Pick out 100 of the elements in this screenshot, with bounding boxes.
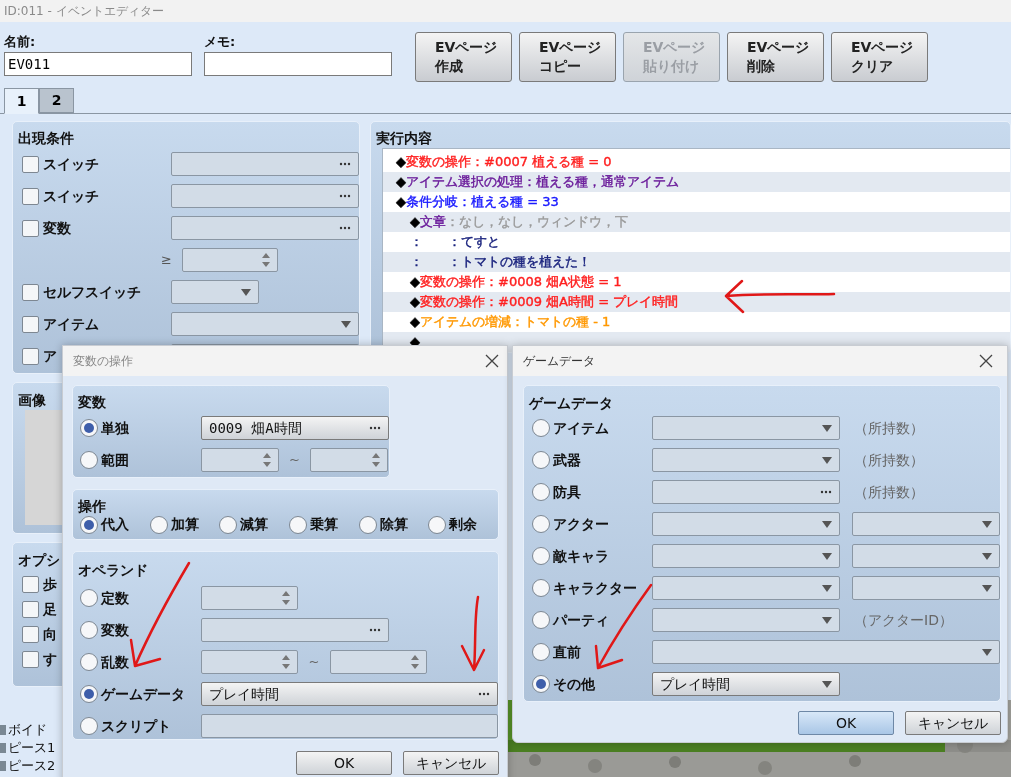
ellipsis-icon <box>478 692 490 696</box>
command-line[interactable]: ： ：てすと <box>410 232 500 252</box>
dropdown[interactable] <box>852 576 1000 600</box>
option-label: 向 <box>43 625 57 644</box>
dialog-button[interactable]: キャンセル <box>905 711 1001 735</box>
caret-icon <box>822 680 832 688</box>
radio-button[interactable] <box>80 653 98 671</box>
radio-button[interactable] <box>80 717 98 735</box>
caret-icon <box>822 424 832 432</box>
command-line[interactable]: ◆変数の操作：#0007 植える種 = 0 <box>396 152 612 172</box>
dropdown[interactable] <box>652 448 840 472</box>
option-label: パーティ <box>553 612 609 628</box>
dropdown[interactable] <box>652 640 1000 664</box>
option-label: 定数 <box>101 590 129 606</box>
page-tab[interactable]: 2 <box>39 88 74 113</box>
radio-button[interactable] <box>80 685 98 703</box>
dropdown[interactable] <box>852 512 1000 536</box>
spinner-arrows-icon <box>372 452 380 468</box>
group-title: 出現条件 <box>18 130 74 146</box>
radio-button[interactable] <box>80 451 98 469</box>
picker-field[interactable]: 0009 畑A時間 <box>201 416 389 440</box>
checkbox[interactable] <box>22 187 39 205</box>
radio-button[interactable] <box>532 451 550 469</box>
radio-button[interactable] <box>219 515 238 534</box>
number-spinner[interactable] <box>330 650 427 674</box>
dropdown[interactable]: プレイ時間 <box>652 672 840 696</box>
dialog-button[interactable]: OK <box>798 711 894 735</box>
command-line[interactable]: ◆アイテムの増減：トマトの種 - 1 <box>410 312 611 332</box>
radio-button[interactable] <box>532 579 550 597</box>
picker-field[interactable] <box>171 216 359 240</box>
picker-field[interactable]: プレイ時間 <box>200 682 498 706</box>
page-button[interactable]: EVページ 作成 <box>415 32 512 82</box>
page-button[interactable]: EVページ クリア <box>831 32 928 82</box>
dropdown[interactable] <box>171 280 259 304</box>
radio-button[interactable] <box>532 611 550 629</box>
radio-button[interactable] <box>532 483 550 501</box>
radio-button[interactable] <box>289 515 307 534</box>
checkbox[interactable] <box>22 315 39 333</box>
checkbox[interactable] <box>22 576 39 593</box>
number-spinner[interactable] <box>181 248 278 272</box>
dialog-button[interactable]: OK <box>296 751 392 775</box>
picker-field[interactable] <box>171 152 359 176</box>
dropdown[interactable] <box>852 544 1000 568</box>
group-title: オペランド <box>78 562 148 578</box>
checkbox[interactable] <box>22 651 39 668</box>
option-label: 歩 <box>43 575 57 594</box>
dialog-button[interactable]: キャンセル <box>403 751 499 775</box>
radio-button[interactable] <box>532 675 550 693</box>
radio-button[interactable] <box>358 515 377 534</box>
picker-field[interactable] <box>201 618 389 642</box>
dropdown[interactable] <box>652 544 840 568</box>
tree-item[interactable]: ピース1 <box>8 740 56 756</box>
radio-button[interactable] <box>80 515 98 534</box>
dropdown[interactable] <box>652 416 840 440</box>
radio-button[interactable] <box>532 419 550 437</box>
dropdown[interactable] <box>652 608 840 632</box>
dropdown[interactable] <box>171 312 359 336</box>
command-line[interactable]: ◆条件分岐：植える種 = 33 <box>396 192 559 212</box>
radio-button[interactable] <box>532 547 550 565</box>
close-icon[interactable] <box>979 354 993 368</box>
picker-field[interactable] <box>171 184 359 208</box>
range-separator: ~ <box>288 451 301 470</box>
picker-field[interactable] <box>652 480 840 504</box>
radio-button[interactable] <box>532 515 550 533</box>
close-icon[interactable] <box>485 354 499 368</box>
tree-item[interactable]: ピース2 <box>8 758 56 774</box>
checkbox[interactable] <box>22 283 39 301</box>
radio-button[interactable] <box>80 419 98 437</box>
checkbox[interactable] <box>22 601 39 618</box>
spinner-arrows-icon <box>411 654 419 670</box>
radio-button[interactable] <box>428 515 447 534</box>
text-field[interactable] <box>200 714 498 738</box>
spinner-arrows-icon <box>261 252 270 268</box>
note-text: （所持数） <box>853 418 924 438</box>
checkbox[interactable] <box>22 219 39 237</box>
option-label: 敵キャラ <box>553 548 609 564</box>
number-spinner[interactable] <box>201 650 298 674</box>
tree-item[interactable]: ボイド <box>8 722 47 738</box>
radio-button[interactable] <box>149 515 168 534</box>
number-spinner[interactable] <box>201 586 298 610</box>
dropdown[interactable] <box>652 512 840 536</box>
name-field[interactable]: EV011 <box>4 52 192 76</box>
spinner-arrows-icon <box>282 654 290 670</box>
page-button[interactable]: EVページ コピー <box>519 32 616 82</box>
memo-field[interactable] <box>204 52 392 76</box>
page-button[interactable]: EVページ 削除 <box>727 32 824 82</box>
page-tab[interactable]: 1 <box>4 88 39 114</box>
image-preview[interactable] <box>25 410 65 525</box>
radio-button[interactable] <box>80 621 98 639</box>
number-spinner[interactable] <box>310 448 388 472</box>
field-label: メモ: <box>204 33 237 51</box>
checkbox[interactable] <box>22 155 39 173</box>
number-spinner[interactable] <box>201 448 279 472</box>
checkbox[interactable] <box>22 626 39 643</box>
radio-button[interactable] <box>80 589 98 607</box>
command-line[interactable]: ◆変数の操作：#0008 畑A状態 = 1 <box>410 272 622 292</box>
checkbox[interactable] <box>22 347 39 365</box>
group-title: 実行内容 <box>376 130 432 146</box>
radio-button[interactable] <box>532 643 550 661</box>
dropdown[interactable] <box>652 576 840 600</box>
